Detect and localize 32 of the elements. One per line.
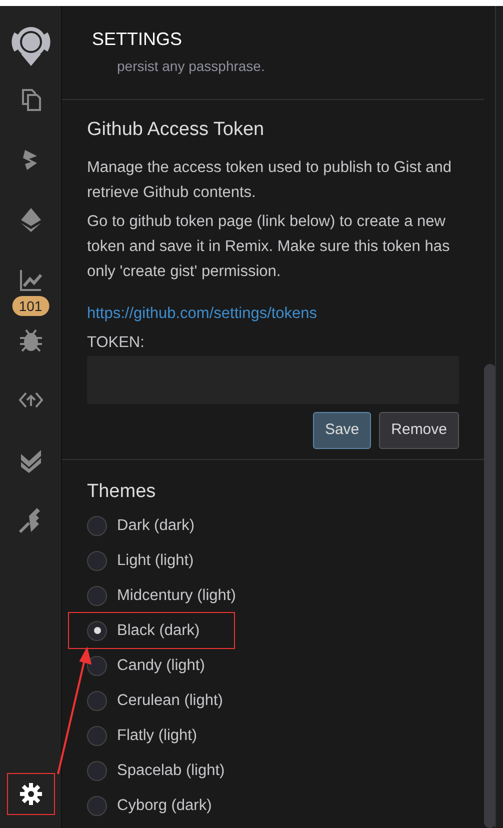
theme-label: Flatly (light) (117, 726, 198, 746)
theme-label: Cyborg (dark) (117, 796, 212, 816)
theme-label: Candy (light) (117, 656, 205, 676)
panel-title: SETTINGS (92, 29, 182, 49)
theme-label: Cerulean (light) (117, 690, 223, 711)
save-button[interactable]: Save (312, 412, 372, 448)
settings-icon (18, 782, 42, 806)
theme-radio[interactable] (87, 550, 107, 570)
help-text: Manage the access token used to publish to Gist and retrieve Github contents. (87, 158, 452, 202)
section-title: Github Access Token (87, 118, 266, 142)
scrollbar[interactable] (484, 364, 496, 828)
count-badge: 101 (12, 296, 50, 316)
theme-radio[interactable] (87, 690, 107, 710)
help-text: Go to github token page (link below) to create a new token and save it in Remix. Make sure this token has only 'create gist' permission. (87, 212, 451, 282)
theme-label: Black (dark) (117, 620, 200, 641)
theme-label: Spacelab (light) (117, 760, 225, 781)
theme-radio[interactable] (87, 796, 107, 816)
theme-radio[interactable] (87, 586, 107, 606)
theme-label: Light (light) (117, 550, 194, 571)
token-label: TOKEN: (87, 332, 146, 353)
settings-button[interactable] (8, 774, 54, 814)
theme-radio[interactable] (87, 760, 107, 780)
section-title: Themes (87, 480, 157, 504)
theme-radio[interactable] (87, 726, 107, 746)
theme-label: Dark (dark) (117, 516, 195, 536)
help-text: persist any passphrase. (117, 58, 265, 74)
theme-radio[interactable] (87, 656, 107, 676)
theme-radio[interactable] (87, 516, 107, 536)
theme-label: Midcentury (light) (117, 586, 236, 606)
token-link[interactable]: https://github.com/settings/tokens (87, 302, 318, 325)
theme-radio[interactable] (87, 620, 107, 640)
remove-button[interactable]: Remove (379, 412, 459, 448)
